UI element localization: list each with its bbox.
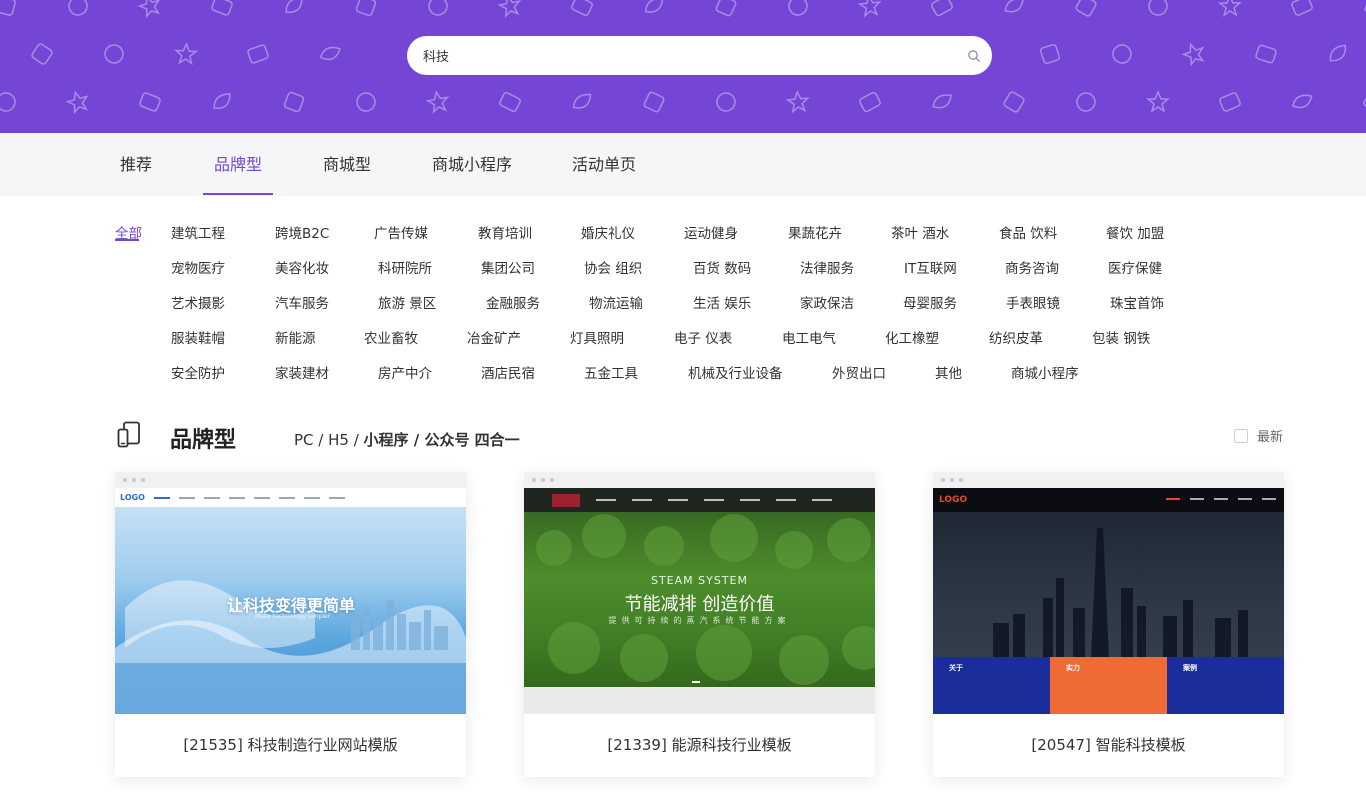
preview-footer [524,687,875,714]
category-item[interactable]: 手表眼镜 [1006,292,1060,312]
header-banner [0,0,1366,133]
preview-panel-3: 案例 [1183,664,1197,672]
tab-mall-miniprogram[interactable]: 商城小程序 [432,133,512,196]
tab-recommend[interactable]: 推荐 [120,133,152,196]
category-item[interactable]: 建筑工程 [171,222,225,242]
subtitle-platforms-bold: 小程序 / 公众号 四合一 [363,431,520,449]
tab-campaign-page[interactable]: 活动单页 [572,133,636,196]
devices-icon [117,421,140,448]
template-preview-image: LOGO 关于 实力 案例 [933,488,1284,714]
category-item[interactable]: 包装 钢铁 [1092,327,1150,347]
tab-active-indicator [203,193,273,195]
search-input[interactable] [407,36,956,75]
category-item[interactable]: 纺织皮革 [989,327,1043,347]
category-item[interactable]: 母婴服务 [903,292,957,312]
category-item[interactable]: 协会 组织 [584,257,642,277]
preview-line-1: STEAM SYSTEM [650,574,748,587]
category-item[interactable]: 冶金矿产 [467,327,521,347]
preview-panel-2: 实力 [1066,664,1080,672]
category-item[interactable]: 艺术摄影 [171,292,225,312]
category-item[interactable]: 广告传媒 [374,222,428,242]
template-caption: [21339] 能源科技行业模板 [607,736,792,754]
category-item[interactable]: 农业畜牧 [364,327,418,347]
category-item[interactable]: 宠物医疗 [171,257,225,277]
category-item[interactable]: 美容化妆 [275,257,329,277]
template-preview-image: LOGO 让科技变得更简单 Make technology simpler [115,488,466,714]
main-tabs: 推荐 品牌型 商城型 商城小程序 活动单页 [0,133,1366,196]
subtitle-platforms: PC / H5 / [294,431,364,449]
category-item[interactable]: 果蔬花卉 [788,222,842,242]
category-active-indicator [115,239,139,241]
category-item[interactable]: 茶叶 酒水 [891,222,949,242]
category-item[interactable]: 外贸出口 [832,362,886,382]
browser-bar [115,472,466,488]
category-item[interactable]: 安全防护 [171,362,225,382]
category-item[interactable]: 电子 仪表 [674,327,732,347]
template-caption: [20547] 智能科技模板 [1031,736,1186,754]
category-item[interactable]: 金融服务 [486,292,540,312]
category-item[interactable]: 婚庆礼仪 [581,222,635,242]
template-card-20547[interactable]: LOGO 关于 实力 案例 [20547] 智能科技模板 [933,472,1284,777]
category-item[interactable]: 化工橡塑 [885,327,939,347]
category-item[interactable]: 教育培训 [478,222,532,242]
template-card-21535[interactable]: LOGO 让科技变得更简单 Make technology simpler [2… [115,472,466,777]
category-item[interactable]: 食品 饮料 [999,222,1057,242]
section-subtitle: PC / H5 / 小程序 / 公众号 四合一 [294,429,520,450]
category-item[interactable]: 家政保洁 [800,292,854,312]
category-item[interactable]: 医疗保健 [1108,257,1162,277]
template-preview-image: STEAM SYSTEM 节能减排 创造价值 提供可持续的蒸汽系统节能方案 [524,488,875,714]
browser-bar [524,472,875,488]
latest-checkbox[interactable] [1234,428,1248,443]
preview-line-3: 提供可持续的蒸汽系统节能方案 [608,616,791,625]
carousel-indicator [692,681,700,683]
category-item[interactable]: 灯具照明 [570,327,624,347]
category-item[interactable]: 商城小程序 [1011,362,1079,382]
preview-panel-1: 关于 [949,664,963,672]
category-item[interactable]: 百货 数码 [693,257,751,277]
category-item[interactable]: 其他 [935,362,962,382]
preview-subline: Make technology simpler [255,613,331,620]
category-item[interactable]: 新能源 [275,327,316,347]
tab-brand[interactable]: 品牌型 [214,133,262,196]
category-filter: 全部 建筑工程 跨境B2C 广告传媒 教育培训 婚庆礼仪 运动健身 果蔬花卉 茶… [0,196,1366,396]
category-item[interactable]: 科研院所 [378,257,432,277]
category-item[interactable]: 电工电气 [782,327,836,347]
latest-filter[interactable]: 最新 [1234,426,1283,445]
category-item[interactable]: 运动健身 [684,222,738,242]
category-item[interactable]: 跨境B2C [275,222,329,242]
search-button[interactable] [956,36,992,75]
category-item[interactable]: 物流运输 [589,292,643,312]
category-item[interactable]: 机械及行业设备 [688,362,783,382]
category-item[interactable]: 生活 娱乐 [693,292,751,312]
category-item[interactable]: 集团公司 [481,257,535,277]
section-title: 品牌型 [170,428,237,453]
category-item[interactable]: 餐饮 加盟 [1106,222,1164,242]
template-card-21339[interactable]: STEAM SYSTEM 节能减排 创造价值 提供可持续的蒸汽系统节能方案 [2… [524,472,875,777]
latest-label: 最新 [1257,430,1284,445]
preview-panel: 关于 [933,657,1050,714]
category-item[interactable]: 法律服务 [800,257,854,277]
browser-bar [933,472,1284,488]
category-item[interactable]: 酒店民宿 [481,362,535,382]
category-item[interactable]: 家装建材 [275,362,329,382]
category-item[interactable]: 旅游 景区 [378,292,436,312]
category-item[interactable]: IT互联网 [904,257,957,277]
preview-panel: 实力 [1050,657,1167,714]
category-item[interactable]: 服装鞋帽 [171,327,225,347]
category-item[interactable]: 房产中介 [378,362,432,382]
search-bar [407,36,992,75]
category-item[interactable]: 汽车服务 [275,292,329,312]
preview-panel: 案例 [1167,657,1284,714]
tab-mall[interactable]: 商城型 [323,133,371,196]
category-item[interactable]: 商务咨询 [1005,257,1059,277]
category-item[interactable]: 五金工具 [584,362,638,382]
category-item[interactable]: 珠宝首饰 [1110,292,1164,312]
template-caption: [21535] 科技制造行业网站模版 [183,736,398,754]
search-icon [968,49,980,62]
preview-line-2: 节能减排 创造价值 [624,594,775,615]
